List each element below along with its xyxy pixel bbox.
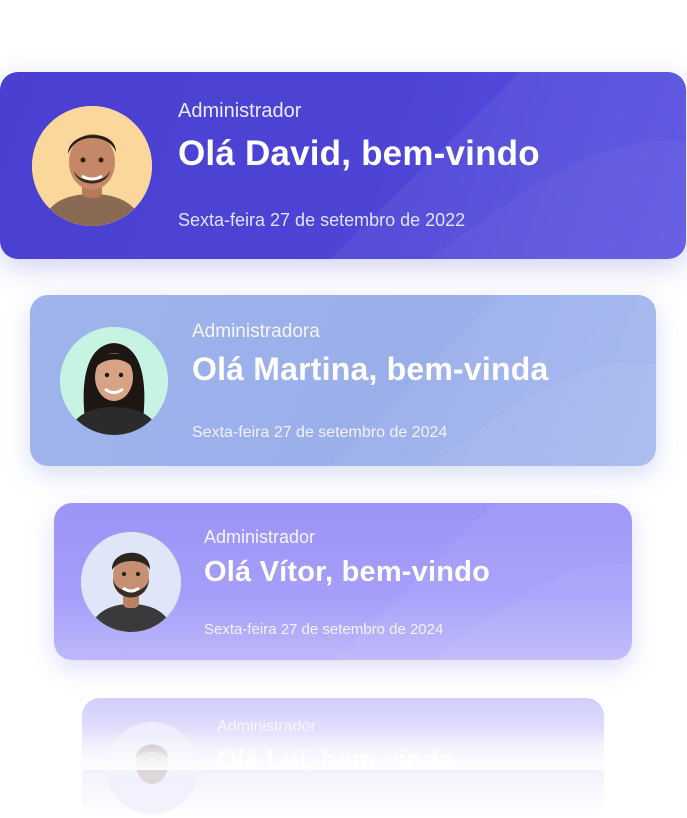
current-date: Sexta-feira 27 de setembro de 2024 [204,621,444,638]
welcome-card-martina: Administradora Olá Martina, bem-vinda Se… [30,295,656,466]
greeting-title: Olá Luí, bem-vindo [217,744,455,774]
welcome-card-faded: Administrador Olá Luí, bem-vindo [82,698,604,818]
welcome-card-vitor: Administrador Olá Vítor, bem-vindo Sexta… [54,503,632,660]
avatar-man-beard-icon [81,532,181,632]
avatar-woman-long-hair-icon [60,327,168,435]
greeting-title: Olá Martina, bem-vinda [192,351,549,387]
user-role: Administrador [204,527,316,547]
avatar-man-short-hair-icon [32,106,152,226]
greeting-title: Olá David, bem-vindo [178,134,540,173]
user-role: Administrador [217,718,316,735]
welcome-card-david: Administrador Olá David, bem-vindo Sexta… [0,72,686,259]
avatar [60,327,168,435]
avatar [106,722,198,814]
avatar-faded-icon [106,722,198,814]
avatar [32,106,152,226]
greeting-title: Olá Vítor, bem-vindo [204,556,490,588]
user-role: Administradora [192,321,320,342]
avatar [81,532,181,632]
user-role: Administrador [178,100,302,122]
current-date: Sexta-feira 27 de setembro de 2024 [192,424,448,441]
current-date: Sexta-feira 27 de setembro de 2022 [178,210,466,230]
